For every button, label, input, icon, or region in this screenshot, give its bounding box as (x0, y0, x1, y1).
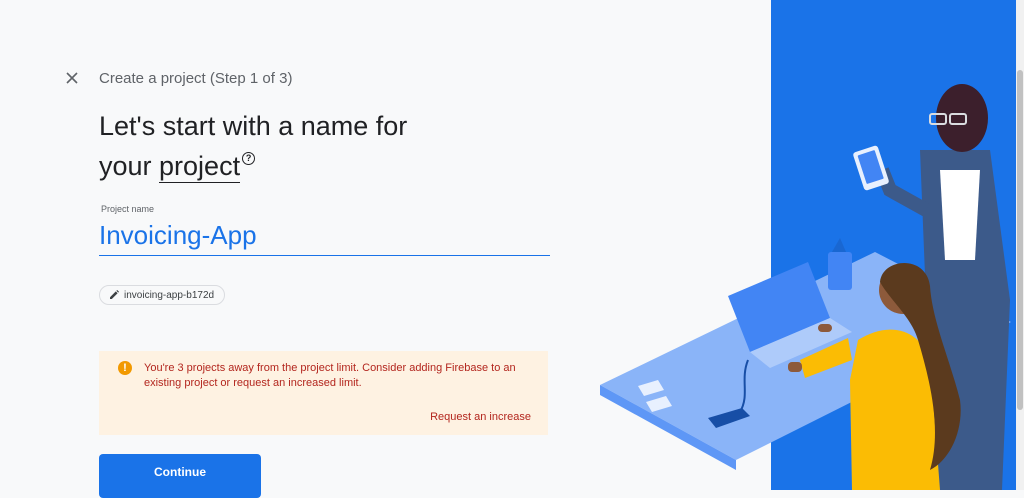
close-button[interactable] (62, 68, 82, 88)
warning-icon: ! (118, 361, 132, 375)
developer-illustration (600, 0, 1024, 490)
project-limit-warning: ! You're 3 projects away from the projec… (99, 351, 548, 435)
title-line-1: Let's start with a name for (99, 111, 408, 141)
pencil-icon (110, 290, 119, 299)
project-id-chip[interactable]: invoicing-app-b172d (99, 285, 226, 305)
project-id-value: invoicing-app-b172d (124, 289, 215, 301)
step-label: Create a project (Step 1 of 3) (99, 70, 293, 87)
title-line-2-prefix: your (99, 151, 160, 181)
scrollbar[interactable] (1016, 0, 1024, 490)
continue-button[interactable]: Continue (99, 454, 261, 498)
scrollbar-thumb[interactable] (1017, 70, 1023, 410)
project-name-label: Project name (101, 204, 155, 214)
close-icon (66, 72, 78, 84)
request-increase-link[interactable]: Request an increase (430, 411, 531, 423)
help-circle-icon[interactable]: ? (242, 152, 256, 165)
page-title: Let's start with a name for your project… (99, 106, 499, 186)
warning-message: You're 3 projects away from the project … (144, 362, 516, 389)
project-name-input[interactable] (99, 216, 550, 256)
title-project-word[interactable]: project (159, 151, 241, 183)
